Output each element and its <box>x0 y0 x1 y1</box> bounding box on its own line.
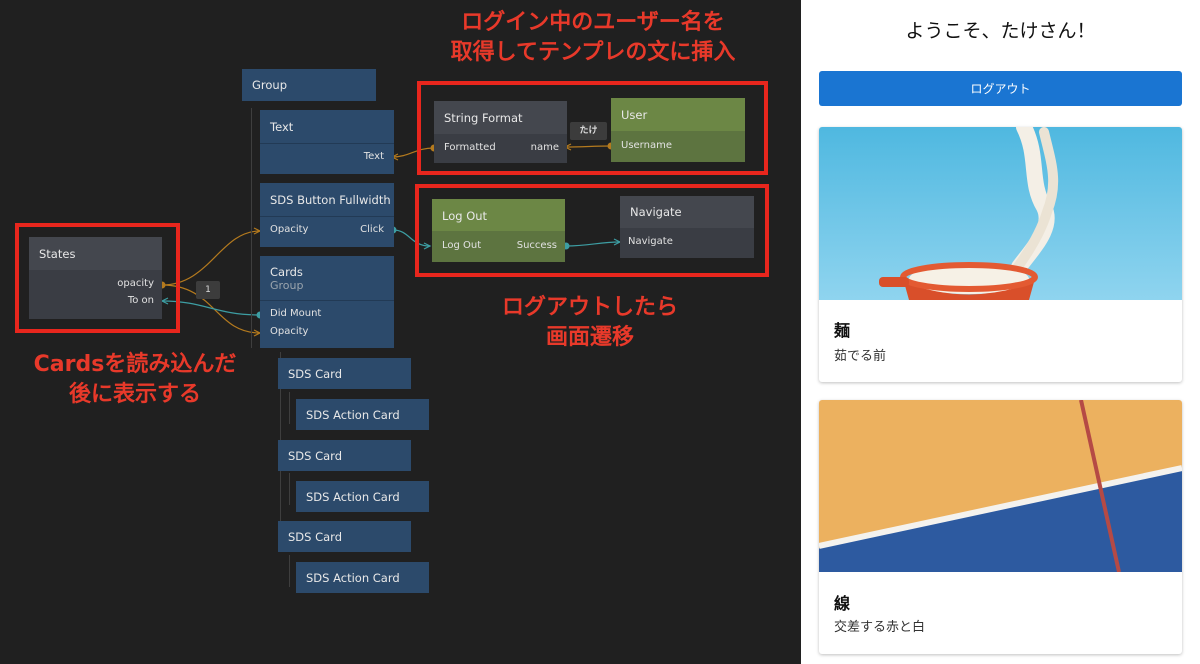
node-sds-card-3[interactable]: SDS Card <box>278 521 411 552</box>
card-lines[interactable]: 線 交差する赤と白 <box>819 400 1182 654</box>
node-text-title: Text <box>270 120 294 134</box>
tree-line-card3 <box>289 555 290 587</box>
card-image-court-lines <box>819 400 1182 572</box>
annotation-box-states <box>15 223 180 333</box>
card-desc-noodles: 茹でる前 <box>834 349 887 364</box>
node-sds-action-card-1[interactable]: SDS Action Card <box>296 399 429 430</box>
wire-value-badge-one: 1 <box>196 281 220 299</box>
annotation-username-line1: ログイン中のユーザー名を <box>461 10 725 35</box>
node-sds-card-3-title: SDS Card <box>288 530 343 544</box>
node-editor-canvas[interactable]: Group Text Text SDS Button Fullwidth Opa… <box>0 0 801 664</box>
node-cards-title: Cards <box>270 265 303 279</box>
annotation-username-line2: 取得してテンプレの文に挿入 <box>450 40 736 65</box>
node-cards[interactable]: Cards Group Did Mount Opacity <box>260 256 394 348</box>
node-group-title: Group <box>252 78 288 92</box>
annotation-logout-line1: ログアウトしたら <box>501 295 678 320</box>
logout-button[interactable]: ログアウト <box>819 71 1182 106</box>
port-cards-did-mount[interactable]: Did Mount <box>270 308 321 319</box>
app-preview-panel: ようこそ、たけさん！ ログアウト 麺 茹でる前 線 交差する赤と白 <box>801 0 1200 664</box>
node-cards-subtitle: Group <box>270 279 304 292</box>
node-sds-card-2[interactable]: SDS Card <box>278 440 411 471</box>
node-sds-action-card-2-title: SDS Action Card <box>306 490 400 504</box>
port-button-click[interactable]: Click <box>360 224 384 235</box>
card-noodles[interactable]: 麺 茹でる前 <box>819 127 1182 382</box>
annotation-username: ログイン中のユーザー名を 取得してテンプレの文に挿入 <box>408 8 778 68</box>
node-sds-action-card-2[interactable]: SDS Action Card <box>296 481 429 512</box>
node-sds-card-1-title: SDS Card <box>288 367 343 381</box>
annotation-cards-line1: Cardsを読み込んだ <box>33 352 237 377</box>
card-image-noodles <box>819 127 1182 300</box>
annotation-cards-line2: 後に表示する <box>68 382 201 407</box>
annotation-cards: Cardsを読み込んだ 後に表示する <box>5 350 265 410</box>
card-desc-lines: 交差する赤と白 <box>834 620 926 635</box>
node-sds-button-fullwidth[interactable]: SDS Button Fullwidth Opacity Click <box>260 183 394 247</box>
node-sds-action-card-3-title: SDS Action Card <box>306 571 400 585</box>
tree-line-group <box>251 108 252 348</box>
node-sds-button-title: SDS Button Fullwidth <box>270 193 391 207</box>
annotation-box-username <box>417 81 768 175</box>
node-sds-card-1[interactable]: SDS Card <box>278 358 411 389</box>
node-sds-card-2-title: SDS Card <box>288 449 343 463</box>
port-button-opacity[interactable]: Opacity <box>270 224 308 235</box>
card-title-lines: 線 <box>834 594 851 613</box>
node-text[interactable]: Text Text <box>260 110 394 174</box>
annotation-logout-line2: 画面遷移 <box>545 325 634 350</box>
node-group[interactable]: Group <box>242 69 376 101</box>
annotation-logout: ログアウトしたら 画面遷移 <box>445 293 735 353</box>
node-sds-action-card-3[interactable]: SDS Action Card <box>296 562 429 593</box>
node-sds-action-card-1-title: SDS Action Card <box>306 408 400 422</box>
port-cards-opacity[interactable]: Opacity <box>270 326 308 337</box>
welcome-text: ようこそ、たけさん！ <box>905 20 1096 42</box>
annotation-box-logout <box>415 184 769 277</box>
tree-line-card1 <box>289 392 290 424</box>
card-title-noodles: 麺 <box>834 321 851 340</box>
port-text[interactable]: Text <box>364 151 384 162</box>
tree-line-card2 <box>289 473 290 505</box>
